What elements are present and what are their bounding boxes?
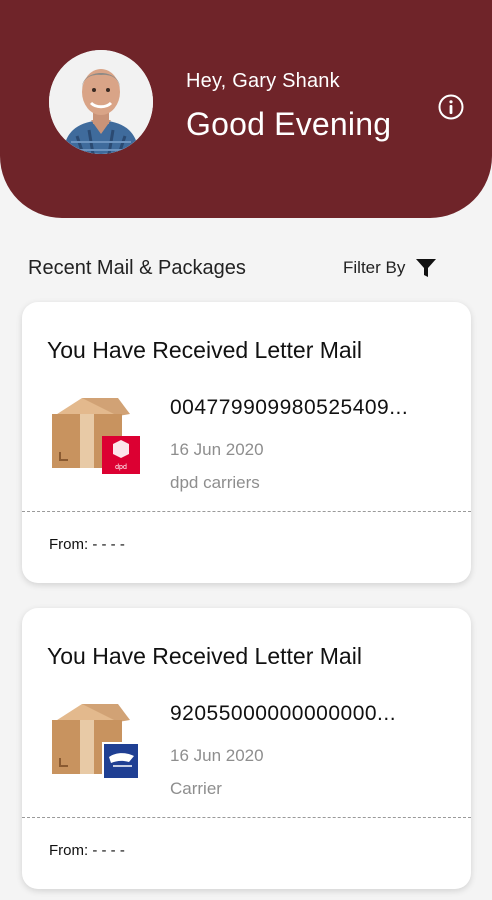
package-icon: dpd	[52, 398, 140, 474]
filter-button[interactable]: Filter By	[343, 254, 437, 282]
mail-card[interactable]: You Have Received Letter Mail 9205500000…	[22, 608, 471, 889]
tracking-number: 004779909980525409...	[170, 396, 409, 419]
carrier-name: Carrier	[170, 779, 222, 798]
from-label: From: - - - -	[49, 536, 125, 553]
mail-card[interactable]: You Have Received Letter Mail dpd 004779…	[22, 302, 471, 583]
profile-photo	[49, 50, 153, 154]
from-label: From: - - - -	[49, 842, 125, 859]
avatar[interactable]	[49, 50, 153, 154]
funnel-icon	[416, 259, 437, 277]
dpd-logo-text: dpd	[115, 464, 127, 471]
received-date: 16 Jun 2020	[170, 746, 264, 765]
card-title: You Have Received Letter Mail	[47, 337, 362, 363]
filter-label: Filter By	[343, 258, 406, 277]
dashed-divider	[22, 817, 471, 818]
package-icon	[52, 704, 140, 780]
greeting-name: Hey, Gary Shank	[186, 70, 340, 92]
carrier-name: dpd carriers	[170, 473, 260, 492]
greeting-salutation: Good Evening	[186, 106, 392, 142]
section-title: Recent Mail & Packages	[28, 257, 246, 279]
info-icon[interactable]	[438, 94, 464, 120]
profile-header: Hey, Gary Shank Good Evening	[0, 0, 492, 218]
card-title: You Have Received Letter Mail	[47, 643, 362, 669]
received-date: 16 Jun 2020	[170, 440, 264, 459]
tracking-number: 92055000000000000...	[170, 702, 397, 725]
dashed-divider	[22, 511, 471, 512]
